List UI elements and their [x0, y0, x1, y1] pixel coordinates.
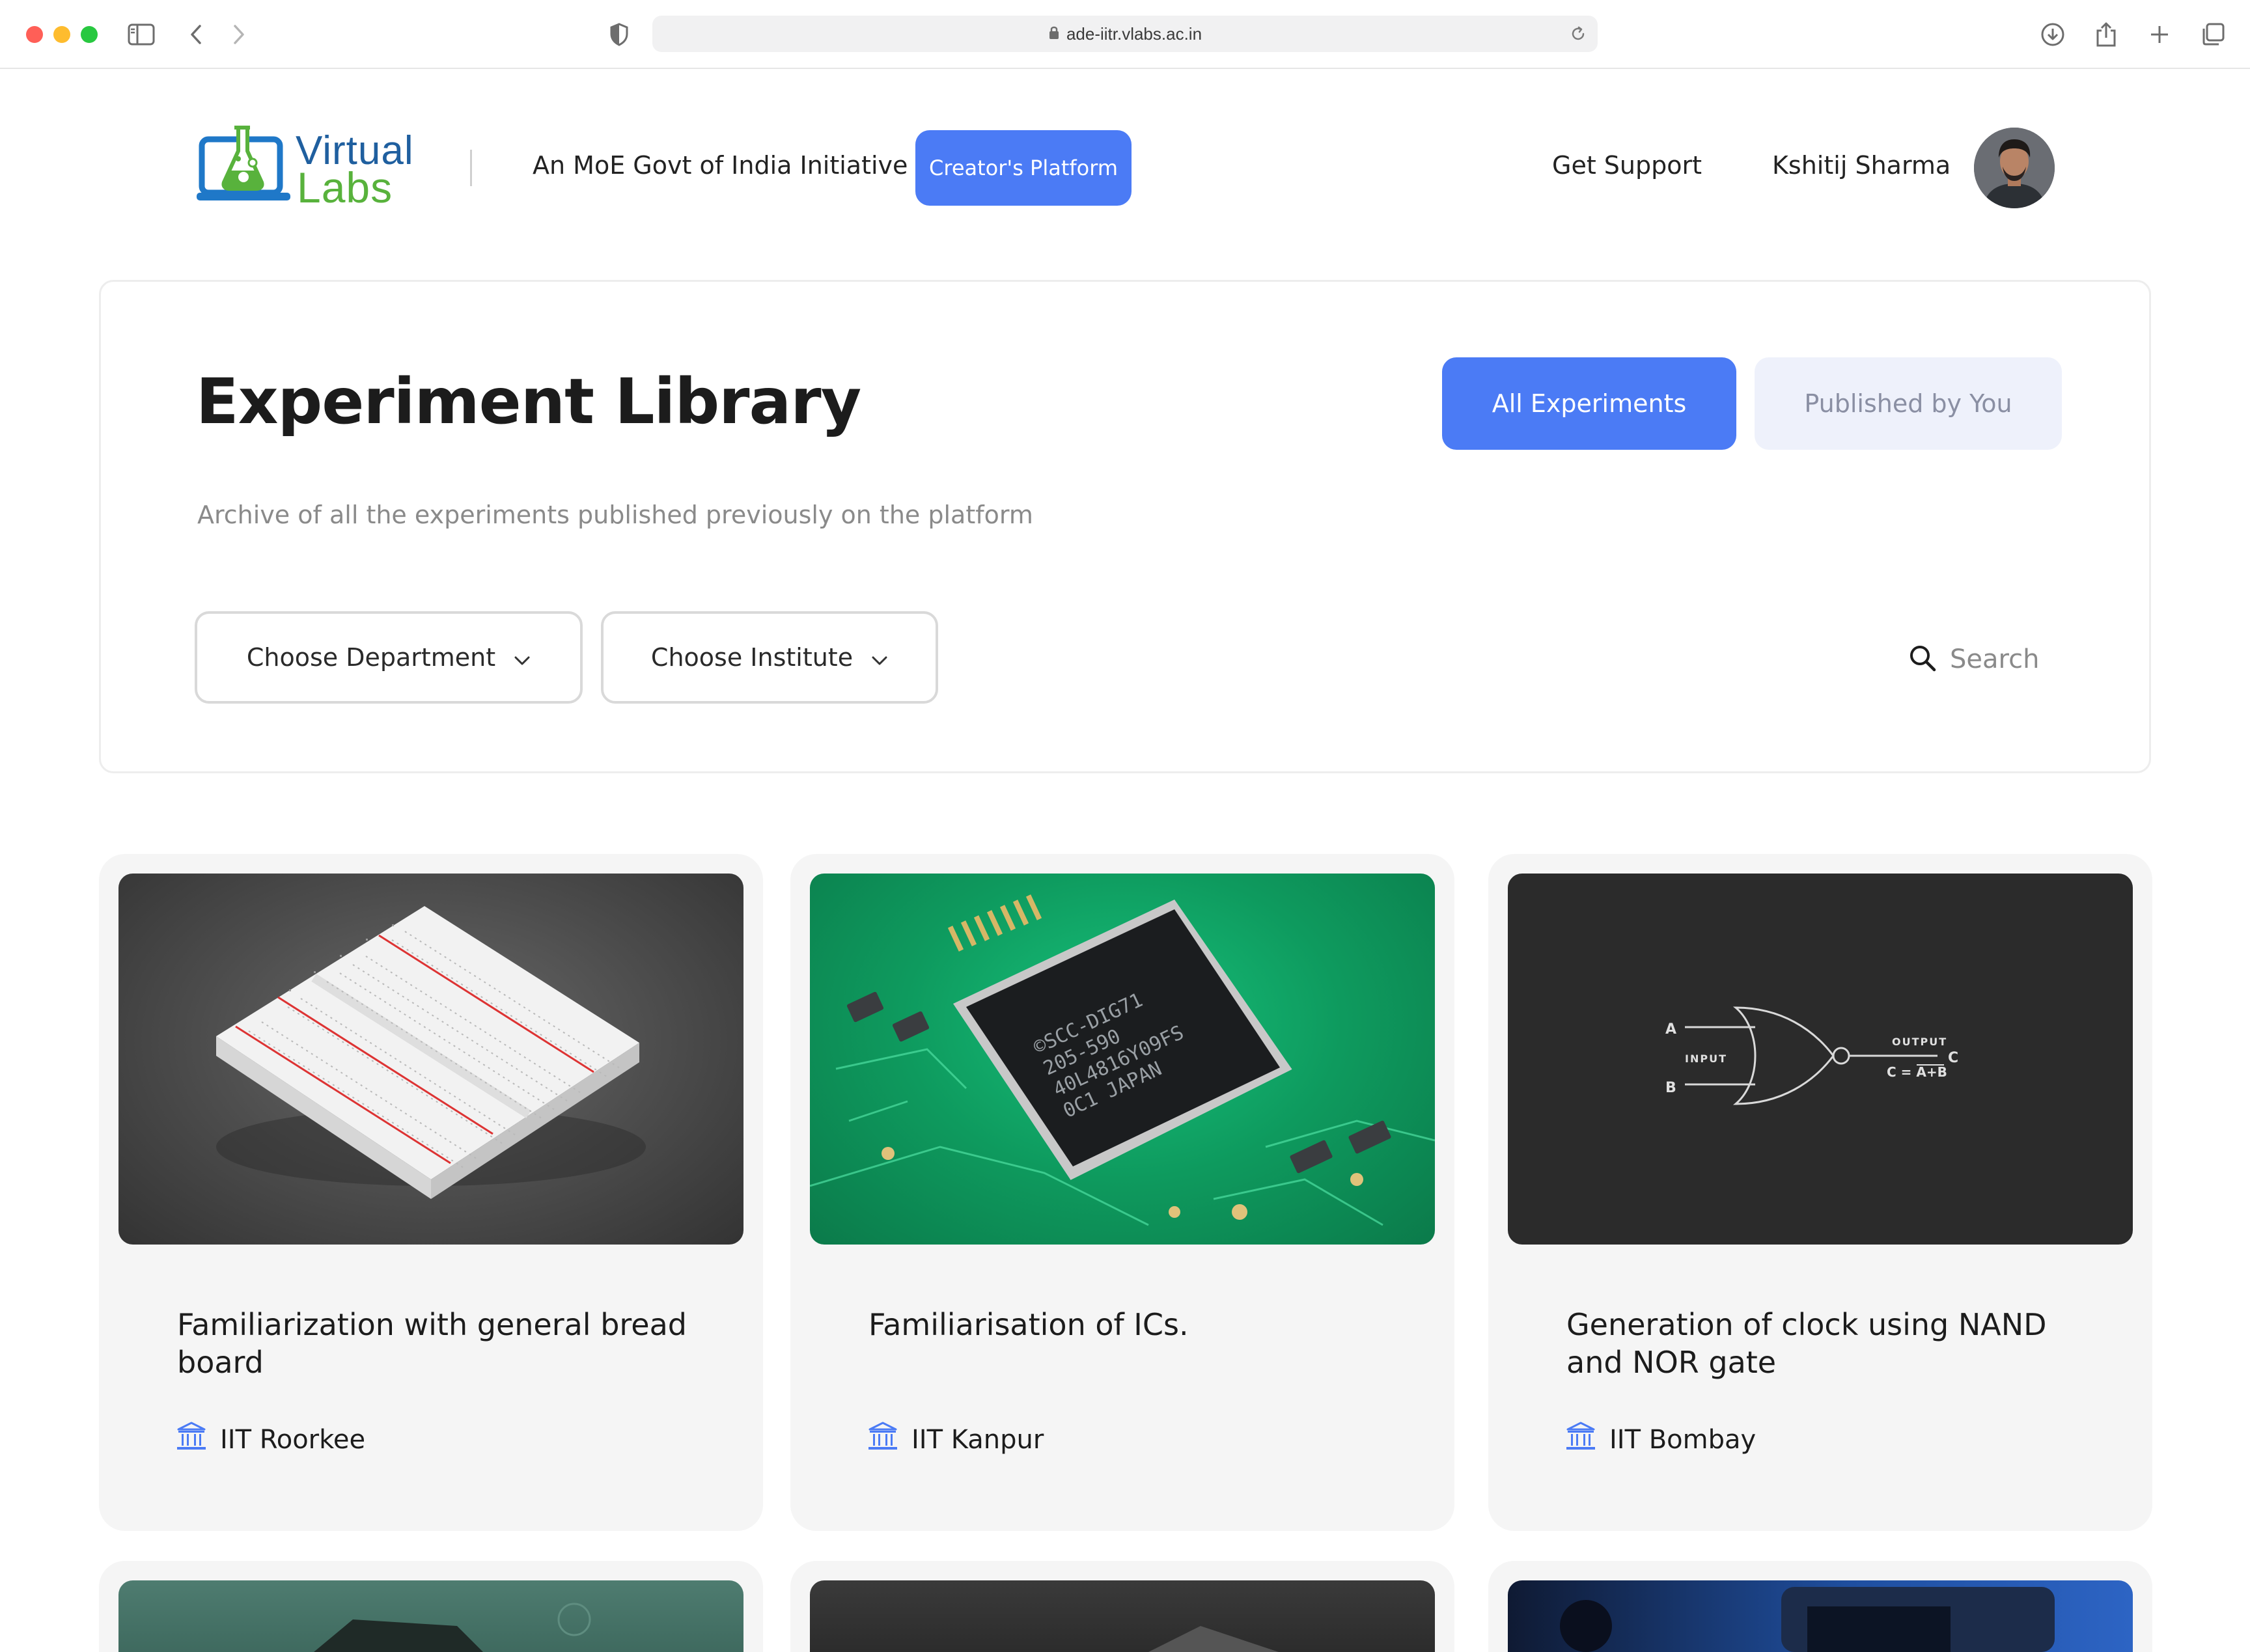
minimize-window-button[interactable] [53, 26, 70, 43]
url-text: ade-iitr.vlabs.ac.in [1066, 23, 1202, 44]
experiment-card[interactable]: ©SCC-DIG71 205-590 40L4816Y09FS 0C1 JAPA… [790, 854, 1454, 1531]
search-icon [1908, 644, 1937, 675]
card-title[interactable]: Familiarisation of ICs. [868, 1306, 1389, 1343]
department-select-label: Choose Department [246, 643, 496, 672]
privacy-shield-icon[interactable] [602, 17, 637, 52]
lock-icon [1048, 25, 1060, 43]
browser-toolbar: ade-iitr.vlabs.ac.in [0, 0, 2250, 69]
share-icon[interactable] [2089, 17, 2124, 52]
experiment-thumbnail [118, 1580, 743, 1652]
site-header: Virtual Labs An MoE Govt of India Initia… [0, 69, 2250, 271]
experiment-card[interactable] [790, 1561, 1454, 1652]
close-window-button[interactable] [26, 26, 43, 43]
search-input[interactable] [1950, 644, 2080, 674]
output-caption: OUTPUT [1892, 1036, 1947, 1048]
user-name[interactable]: Kshitij Sharma [1772, 151, 1951, 180]
experiment-card[interactable]: Familiarization with general bread board… [99, 854, 763, 1531]
card-title[interactable]: Familiarization with general bread board [177, 1306, 698, 1381]
creators-platform-button[interactable]: Creator's Platform [915, 130, 1132, 206]
card-institute: IIT Bombay [1565, 1422, 1756, 1458]
page-subtitle: Archive of all the experiments published… [197, 501, 1033, 529]
tab-published-by-you[interactable]: Published by You [1755, 357, 2062, 450]
card-institute-name: IIT Kanpur [911, 1425, 1044, 1455]
tab-overview-icon[interactable] [2195, 17, 2230, 52]
logo-text-labs: Labs [297, 163, 393, 212]
chevron-down-icon [871, 643, 888, 672]
experiment-card[interactable]: A B INPUT OUTPUT C C = A+B Generation of… [1488, 854, 2152, 1531]
experiment-thumbnail [1508, 1580, 2133, 1652]
card-title[interactable]: Generation of clock using NAND and NOR g… [1566, 1306, 2087, 1381]
nor-gate-diagram: A B INPUT OUTPUT C C = A+B [1508, 874, 2133, 1245]
output-c-label: C [1948, 1050, 1958, 1066]
back-arrow-icon[interactable] [178, 17, 214, 52]
card-institute: IIT Roorkee [176, 1422, 365, 1458]
input-caption: INPUT [1685, 1053, 1727, 1065]
get-support-link[interactable]: Get Support [1552, 151, 1702, 180]
ic-chip-image: ©SCC-DIG71 205-590 40L4816Y09FS 0C1 JAPA… [810, 874, 1435, 1245]
address-bar[interactable]: ade-iitr.vlabs.ac.in [652, 16, 1598, 52]
institution-icon [867, 1422, 898, 1458]
forward-arrow-icon[interactable] [221, 17, 257, 52]
institution-icon [1565, 1422, 1596, 1458]
card-institute-name: IIT Bombay [1609, 1425, 1757, 1455]
new-tab-plus-icon[interactable] [2142, 17, 2177, 52]
institution-icon [176, 1422, 207, 1458]
laptop-flask-icon [197, 126, 290, 200]
sidebar-toggle-icon[interactable] [124, 17, 159, 52]
breadboard-image [118, 874, 743, 1245]
search-box[interactable] [1908, 644, 2080, 675]
experiment-card[interactable] [1488, 1561, 2152, 1652]
card-institute-name: IIT Roorkee [220, 1425, 366, 1455]
virtual-labs-logo[interactable]: Virtual Labs [197, 122, 413, 213]
nor-formula: C = A+B [1887, 1064, 1947, 1080]
input-b-label: B [1665, 1080, 1676, 1096]
user-avatar[interactable] [1974, 128, 2055, 208]
reload-icon[interactable] [1569, 25, 1587, 46]
experiment-library-panel: Experiment Library Archive of all the ex… [99, 280, 2151, 773]
card-institute: IIT Kanpur [867, 1422, 1044, 1458]
header-divider [470, 150, 472, 186]
experiment-card[interactable] [99, 1561, 763, 1652]
chevron-down-icon [514, 643, 531, 672]
experiment-thumbnail [810, 1580, 1435, 1652]
header-tagline: An MoE Govt of India Initiative [533, 151, 908, 180]
page-title: Experiment Library [196, 365, 861, 438]
download-icon[interactable] [2035, 17, 2070, 52]
institute-select[interactable]: Choose Institute [601, 611, 938, 704]
tab-all-experiments[interactable]: All Experiments [1442, 357, 1736, 450]
maximize-window-button[interactable] [81, 26, 98, 43]
institute-select-label: Choose Institute [650, 643, 854, 672]
input-a-label: A [1665, 1021, 1676, 1038]
department-select[interactable]: Choose Department [195, 611, 583, 704]
